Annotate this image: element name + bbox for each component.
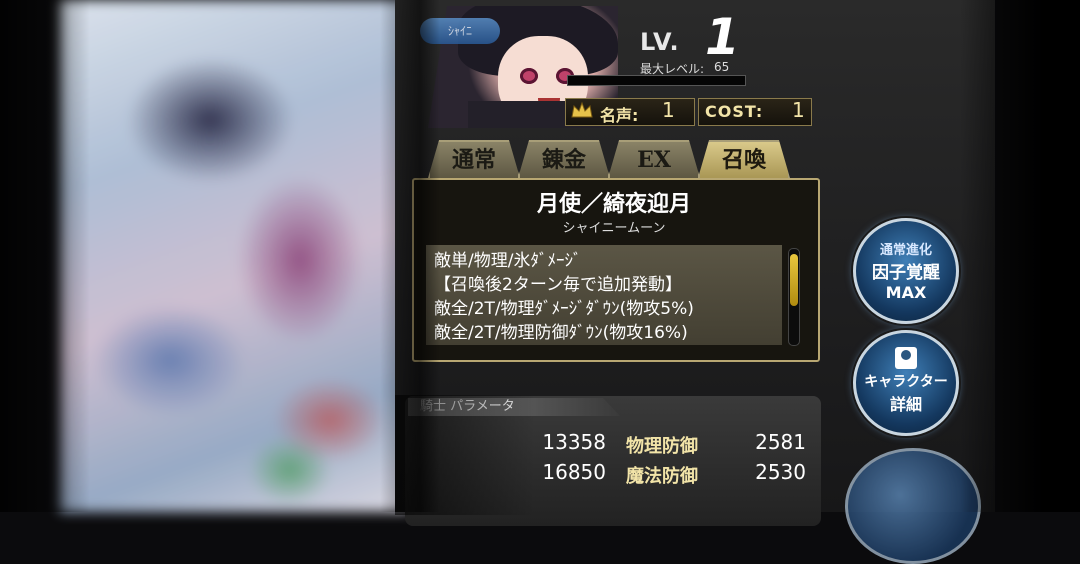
magic-defense-value: 2530 — [755, 460, 806, 484]
max-level-value: 65 — [714, 60, 730, 74]
description-line: 敵全/2T/物理ﾀﾞﾒｰｼﾞﾀﾞｳﾝ(物攻5%) — [434, 299, 694, 319]
fame-value: 1 — [662, 98, 675, 122]
skill-reading: シャイニームーン — [562, 221, 666, 236]
tab-alchemy[interactable]: 錬金 — [518, 140, 610, 178]
skill-name: 月使／綺夜迎月 — [536, 191, 691, 217]
character-detail-button[interactable]: キャラクター 詳細 — [853, 330, 959, 436]
description-line: 【召喚後2ターン毎で追加発動】 — [434, 275, 682, 295]
fame-label: 名声: — [600, 106, 639, 125]
detail-line1: キャラクター — [864, 374, 948, 390]
crown-icon — [571, 101, 593, 118]
awaken-max-button[interactable]: 通常進化 因子覚醒 MAX — [853, 218, 959, 324]
physical-defense-label: 物理防御 — [626, 436, 698, 457]
awaken-line2: 因子覚醒 — [872, 263, 940, 283]
cost-value: 1 — [792, 98, 805, 122]
param-shade — [395, 395, 535, 515]
attribute-badge: ｼｬｲﾆ — [420, 18, 500, 44]
exp-bar — [567, 75, 746, 86]
tab-normal[interactable]: 通常 — [428, 140, 520, 178]
awaken-line3: MAX — [885, 283, 927, 302]
right-edge-shade — [960, 0, 1080, 512]
physical-defense-value: 2581 — [755, 430, 806, 454]
description-line: 敵単/物理/氷ﾀﾞﾒｰｼﾞ — [434, 251, 582, 271]
tab-ex[interactable]: EX — [608, 140, 700, 178]
description-line: 敵全/2T/物理防御ﾀﾞｳﾝ(物攻16%) — [434, 323, 688, 343]
character-icon — [895, 347, 917, 369]
cost-label: COST: — [705, 102, 764, 121]
skill-description[interactable]: 敵単/物理/氷ﾀﾞﾒｰｼﾞ 【召喚後2ターン毎で追加発動】 敵全/2T/物理ﾀﾞ… — [426, 245, 782, 345]
awaken-line1: 通常進化 — [879, 243, 932, 258]
magic-defense-label: 魔法防御 — [626, 466, 698, 487]
detail-line2: 詳細 — [889, 395, 922, 414]
tab-summon[interactable]: 召喚 — [698, 140, 790, 178]
character-artwork — [60, 0, 410, 512]
level-value: 1 — [705, 8, 740, 66]
level-label: LV. — [640, 28, 680, 56]
scrollbar-thumb[interactable] — [790, 254, 798, 306]
